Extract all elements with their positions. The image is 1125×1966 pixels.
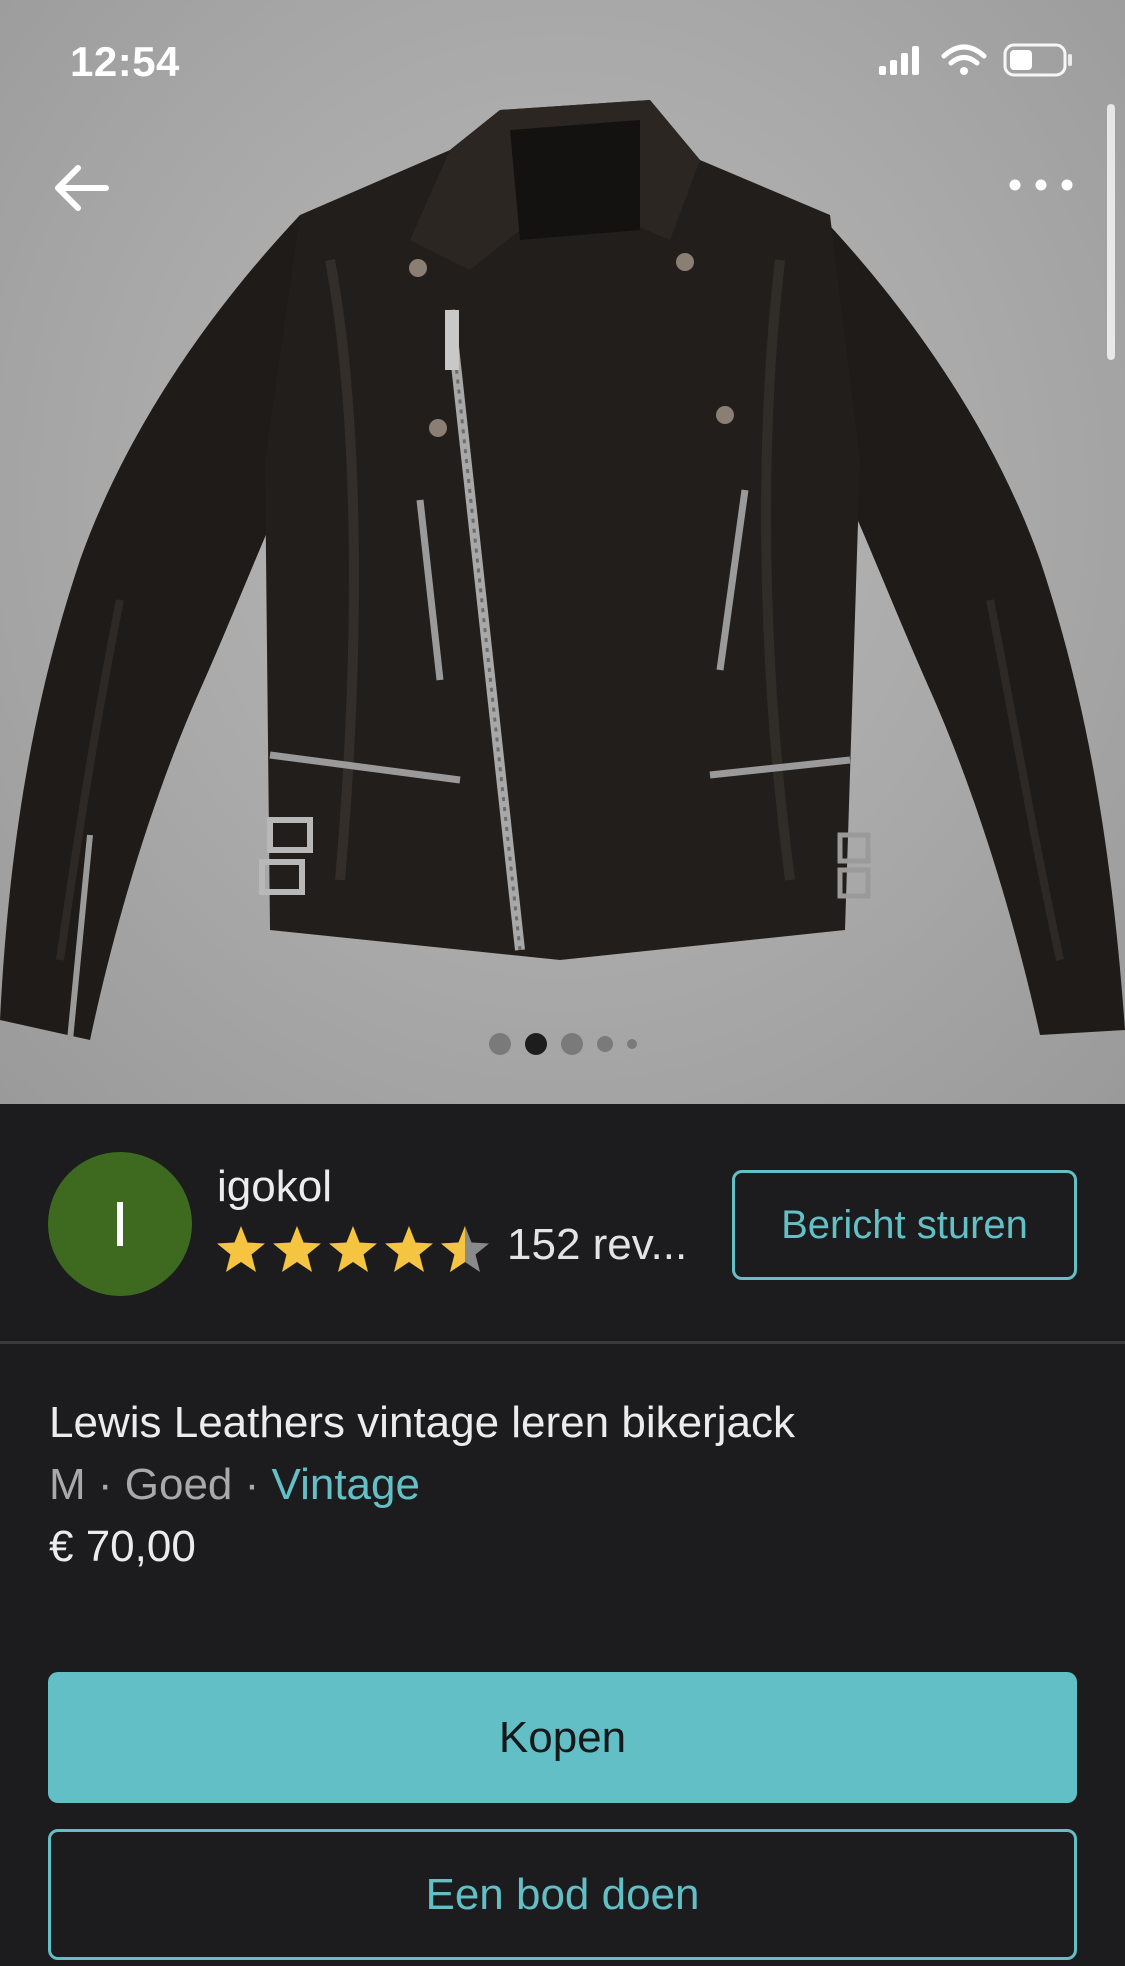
scroll-indicator bbox=[1107, 104, 1115, 360]
more-options-button[interactable] bbox=[1001, 170, 1081, 200]
star-icon bbox=[329, 1226, 377, 1272]
rating-stars bbox=[215, 1224, 491, 1274]
star-icon bbox=[385, 1226, 433, 1272]
gallery-dot[interactable] bbox=[488, 1033, 511, 1055]
reviews-count[interactable]: 152 rev... bbox=[507, 1220, 707, 1270]
cellular-signal-icon bbox=[879, 46, 919, 75]
item-size: M bbox=[49, 1460, 86, 1509]
gallery-page-indicator[interactable] bbox=[0, 1032, 1125, 1056]
item-condition: Goed bbox=[124, 1460, 233, 1509]
gallery-dot[interactable] bbox=[560, 1033, 583, 1055]
star-icon bbox=[273, 1226, 321, 1272]
product-photo[interactable]: 12:54 bbox=[0, 0, 1125, 1104]
avatar[interactable]: I bbox=[48, 1152, 192, 1296]
meta-separator: · bbox=[85, 1460, 125, 1509]
arrow-left-icon bbox=[55, 165, 109, 211]
brand-link[interactable]: Vintage bbox=[272, 1460, 420, 1509]
buy-button[interactable]: Kopen bbox=[48, 1672, 1077, 1803]
status-icons bbox=[879, 43, 1072, 77]
avatar-initial: I bbox=[111, 1188, 129, 1260]
make-offer-button[interactable]: Een bod doen bbox=[48, 1829, 1077, 1960]
item-price: € 70,00 bbox=[49, 1522, 196, 1571]
divider bbox=[0, 1341, 1125, 1344]
jacket-image bbox=[0, 100, 1125, 1041]
back-button[interactable] bbox=[50, 158, 120, 218]
gallery-dot[interactable] bbox=[596, 1036, 613, 1052]
seller-name[interactable]: igokol bbox=[217, 1162, 332, 1212]
message-seller-button[interactable]: Bericht sturen bbox=[732, 1170, 1077, 1280]
item-title: Lewis Leathers vintage leren bikerjack bbox=[49, 1398, 795, 1447]
seller-row[interactable]: I igokol 152 rev... Bericht sturen bbox=[0, 1104, 1125, 1342]
battery-icon bbox=[1003, 43, 1072, 77]
gallery-dot-active[interactable] bbox=[524, 1033, 547, 1055]
gallery-dot[interactable] bbox=[626, 1039, 637, 1049]
status-time: 12:54 bbox=[70, 38, 180, 85]
wifi-icon bbox=[941, 44, 987, 75]
more-horizontal-icon bbox=[1009, 179, 1073, 191]
star-half-icon bbox=[441, 1226, 489, 1272]
item-meta: M · Goed · Vintage bbox=[49, 1460, 420, 1510]
star-icon bbox=[217, 1226, 265, 1272]
meta-separator: · bbox=[232, 1460, 272, 1509]
